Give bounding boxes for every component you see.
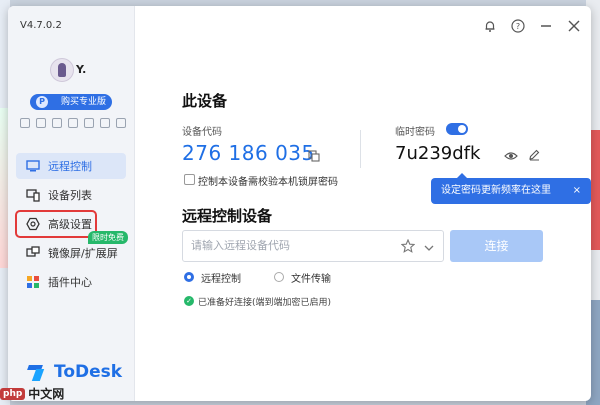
- temp-password-toggle[interactable]: [446, 123, 468, 135]
- buy-pro-button[interactable]: P 购买专业版: [30, 94, 112, 110]
- chevron-down-icon[interactable]: [423, 239, 435, 251]
- mirror-screen-icon: [26, 246, 40, 260]
- todesk-logo-icon: [28, 363, 48, 381]
- minimize-icon[interactable]: [539, 19, 553, 33]
- php-logo: php: [0, 387, 26, 400]
- quick-icons: [20, 118, 126, 128]
- monitor-icon: [26, 159, 40, 173]
- device-code-label: 设备代码: [182, 127, 222, 138]
- sidebar: V4.7.0.2 Y. P 购买专业版 远程控制 设备列表 高级设置 镜像屏/扩…: [8, 6, 135, 401]
- quick-icon[interactable]: [84, 118, 94, 128]
- sidebar-item-label: 设备列表: [48, 189, 92, 202]
- connection-status: 已准备好连接(端到端加密已启用): [198, 298, 332, 308]
- sidebar-item-device-list[interactable]: 设备列表: [16, 182, 126, 208]
- avatar[interactable]: [50, 58, 74, 82]
- pro-badge-icon: P: [36, 96, 48, 108]
- sidebar-item-advanced-settings[interactable]: 高级设置: [15, 210, 97, 238]
- version-label: V4.7.0.2: [20, 20, 62, 31]
- password-frequency-tooltip: 设定密码更新频率在这里 ×: [431, 173, 591, 204]
- remote-control-title: 远程控制设备: [182, 207, 273, 225]
- todesk-window: V4.7.0.2 Y. P 购买专业版 远程控制 设备列表 高级设置 镜像屏/扩…: [8, 6, 591, 401]
- tooltip-text: 设定密码更新频率在这里: [441, 185, 551, 196]
- connect-button[interactable]: 连接: [450, 230, 543, 262]
- bell-icon[interactable]: [483, 19, 497, 33]
- quick-icon[interactable]: [116, 118, 126, 128]
- sidebar-item-plugin-center[interactable]: 插件中心: [16, 269, 126, 295]
- titlebar-controls: ?: [483, 19, 581, 33]
- remote-control-radio[interactable]: [184, 272, 194, 282]
- quick-icon[interactable]: [100, 118, 110, 128]
- todesk-logo: ToDesk: [28, 362, 122, 382]
- check-icon: ✓: [184, 296, 194, 306]
- sidebar-item-remote-control[interactable]: 远程控制: [16, 153, 126, 179]
- watermark-text: 中文网: [28, 387, 65, 401]
- temp-password-label: 临时密码: [395, 127, 435, 138]
- quick-icon[interactable]: [52, 118, 62, 128]
- close-icon[interactable]: [567, 19, 581, 33]
- sidebar-item-label: 远程控制: [48, 160, 92, 173]
- sidebar-item-label: 镜像屏/扩展屏: [48, 247, 118, 260]
- buy-pro-label: 购买专业版: [60, 97, 106, 107]
- logo-text: ToDesk: [54, 362, 123, 382]
- username[interactable]: Y.: [76, 63, 86, 76]
- lock-screen-checkbox[interactable]: [184, 174, 195, 185]
- eye-icon[interactable]: [504, 147, 518, 160]
- sidebar-item-label: 插件中心: [48, 276, 92, 289]
- sidebar-item-label: 高级设置: [48, 218, 92, 231]
- copy-icon[interactable]: [308, 147, 320, 162]
- sidebar-item-mirror-screen[interactable]: 镜像屏/扩展屏 限时免费: [16, 231, 128, 266]
- plugin-icon: [26, 275, 40, 289]
- quick-icon[interactable]: [36, 118, 46, 128]
- device-code-value: 276 186 035: [182, 141, 315, 165]
- settings-hexagon-icon: [26, 217, 40, 231]
- quick-icon[interactable]: [20, 118, 30, 128]
- sidebar-nav: 远程控制 设备列表 高级设置 镜像屏/扩展屏 限时免费 插件中心: [15, 153, 128, 298]
- this-device-title: 此设备: [182, 92, 228, 110]
- help-icon[interactable]: ?: [511, 19, 525, 33]
- watermark: php 中文网: [0, 385, 64, 402]
- remote-control-radio-label: 远程控制: [201, 274, 241, 285]
- edit-icon[interactable]: [528, 146, 540, 161]
- svg-text:?: ?: [516, 22, 520, 31]
- file-transfer-radio-label: 文件传输: [291, 274, 331, 285]
- quick-icon[interactable]: [68, 118, 78, 128]
- star-icon[interactable]: [400, 238, 416, 253]
- divider: [360, 130, 361, 168]
- free-tag-badge: 限时免费: [88, 231, 128, 244]
- tooltip-close-icon[interactable]: ×: [573, 178, 581, 204]
- temp-password-value: 7u239dfk: [395, 143, 481, 164]
- devices-icon: [26, 188, 40, 202]
- file-transfer-radio[interactable]: [274, 272, 284, 282]
- lock-screen-checkbox-label: 控制本设备需校验本机锁屏密码: [198, 177, 338, 188]
